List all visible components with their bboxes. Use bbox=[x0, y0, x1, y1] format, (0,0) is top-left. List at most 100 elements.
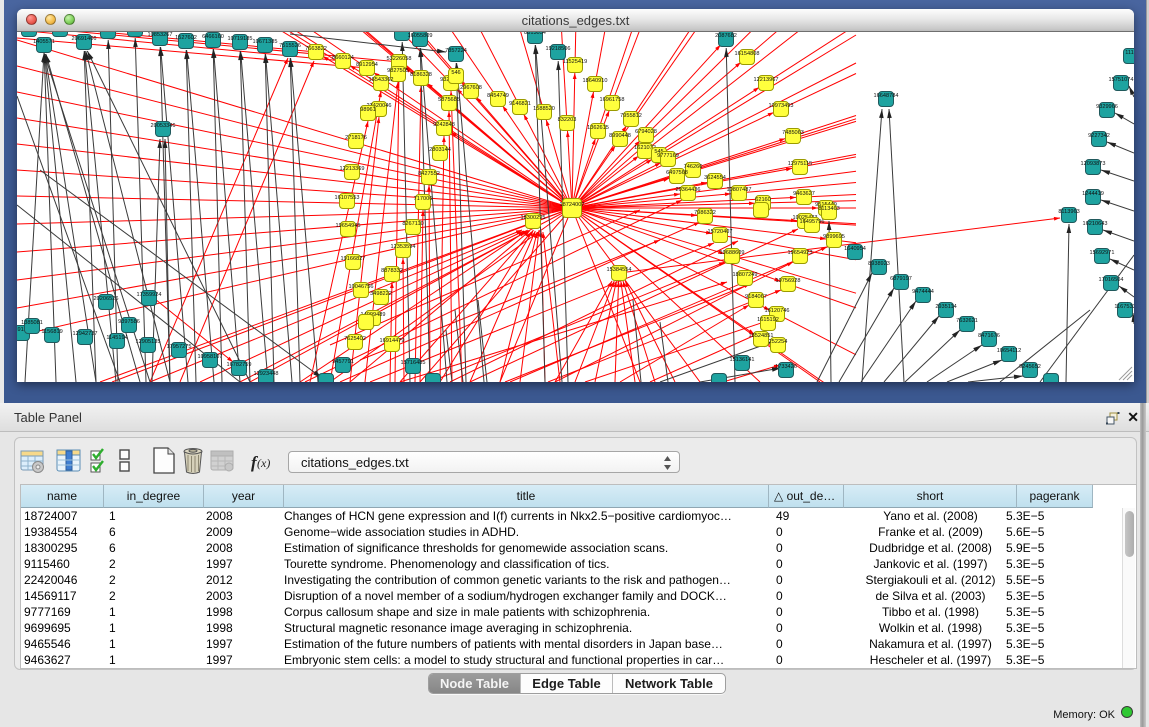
svg-text:7986322: 7986322 bbox=[694, 210, 716, 216]
svg-text:20364436: 20364436 bbox=[676, 187, 701, 193]
svg-text:8267110: 8267110 bbox=[402, 221, 423, 227]
svg-text:8454749: 8454749 bbox=[487, 93, 509, 99]
svg-text:15751074: 15751074 bbox=[1109, 77, 1134, 83]
svg-text:8938923: 8938923 bbox=[868, 261, 890, 267]
svg-text:8878332: 8878332 bbox=[381, 268, 403, 274]
svg-text:10973493: 10973493 bbox=[769, 103, 794, 109]
svg-text:20053346: 20053346 bbox=[151, 123, 176, 129]
svg-text:16210643: 16210643 bbox=[1083, 221, 1108, 227]
svg-text:10853267: 10853267 bbox=[148, 32, 173, 38]
svg-text:16914479: 16914479 bbox=[380, 338, 405, 344]
svg-text:5875685: 5875685 bbox=[438, 97, 460, 103]
svg-text:2087682: 2087682 bbox=[715, 33, 737, 39]
svg-text:9397586: 9397586 bbox=[118, 319, 140, 325]
svg-text:1405571: 1405571 bbox=[33, 39, 55, 45]
svg-text:9242848: 9242848 bbox=[433, 122, 455, 128]
svg-text:1615192: 1615192 bbox=[757, 317, 779, 323]
svg-text:10046756: 10046756 bbox=[349, 284, 374, 290]
svg-text:19218506: 19218506 bbox=[546, 46, 571, 52]
svg-text:6879197: 6879197 bbox=[890, 276, 912, 282]
svg-text:18300295: 18300295 bbox=[521, 215, 546, 221]
svg-text:8813054: 8813054 bbox=[524, 32, 546, 36]
svg-text:8113963: 8113963 bbox=[1058, 209, 1079, 215]
svg-text:16055809: 16055809 bbox=[408, 33, 433, 39]
svg-text:7663822: 7663822 bbox=[305, 46, 327, 52]
svg-text:252254: 252254 bbox=[769, 339, 788, 345]
svg-text:7955812: 7955812 bbox=[620, 113, 642, 119]
svg-text:10654112: 10654112 bbox=[997, 348, 1021, 354]
svg-text:7515526: 7515526 bbox=[279, 43, 301, 49]
svg-text:1145194: 1145194 bbox=[106, 335, 127, 341]
svg-text:16961758: 16961758 bbox=[600, 97, 625, 103]
svg-text:8990448: 8990448 bbox=[609, 133, 631, 139]
svg-text:15720407: 15720407 bbox=[708, 229, 733, 235]
svg-text:546: 546 bbox=[451, 70, 460, 76]
svg-text:(x): (x) bbox=[257, 456, 270, 470]
svg-text:9463627: 9463627 bbox=[793, 191, 815, 197]
svg-text:9184067: 9184067 bbox=[745, 294, 767, 300]
svg-text:2967608: 2967608 bbox=[460, 85, 482, 91]
svg-text:16154808: 16154808 bbox=[735, 51, 760, 57]
svg-text:1527602: 1527602 bbox=[175, 35, 197, 41]
svg-text:1167533: 1167533 bbox=[1114, 304, 1134, 310]
svg-text:9777169: 9777169 bbox=[657, 153, 679, 159]
svg-text:832203: 832203 bbox=[558, 117, 577, 123]
svg-text:12975115: 12975115 bbox=[788, 161, 812, 167]
svg-text:9827505: 9827505 bbox=[387, 68, 409, 74]
svg-text:10671385: 10671385 bbox=[253, 39, 278, 45]
svg-text:1244419: 1244419 bbox=[1082, 191, 1104, 197]
svg-text:7485063: 7485063 bbox=[782, 130, 804, 136]
svg-text:19654923: 19654923 bbox=[788, 250, 813, 256]
svg-text:2718176: 2718176 bbox=[345, 135, 367, 141]
svg-text:15384554: 15384554 bbox=[607, 267, 632, 273]
svg-text:3624554: 3624554 bbox=[704, 175, 726, 181]
svg-text:19166827: 19166827 bbox=[341, 256, 366, 262]
svg-text:7632621: 7632621 bbox=[956, 318, 978, 324]
svg-text:12905135: 12905135 bbox=[136, 339, 161, 345]
svg-text:8912954: 8912954 bbox=[356, 62, 378, 68]
svg-text:9474444: 9474444 bbox=[912, 289, 934, 295]
svg-text:8471676: 8471676 bbox=[978, 333, 1000, 339]
svg-text:15716485: 15716485 bbox=[401, 360, 426, 366]
svg-text:10688609: 10688609 bbox=[720, 250, 745, 256]
svg-text:9227342: 9227342 bbox=[1088, 133, 1110, 139]
svg-text:9899695: 9899695 bbox=[823, 234, 845, 240]
svg-text:16120746: 16120746 bbox=[765, 308, 790, 314]
svg-text:17359924: 17359924 bbox=[137, 292, 162, 298]
svg-text:16495796: 16495796 bbox=[800, 219, 825, 225]
svg-text:12942737: 12942737 bbox=[73, 331, 98, 337]
svg-text:6794028: 6794028 bbox=[635, 129, 657, 135]
svg-text:12923448: 12923448 bbox=[254, 371, 279, 377]
svg-text:11525419: 11525419 bbox=[563, 59, 587, 65]
svg-text:19756928: 19756928 bbox=[776, 278, 801, 284]
svg-text:12353594: 12353594 bbox=[391, 244, 416, 250]
svg-text:15136141: 15136141 bbox=[730, 357, 755, 363]
svg-text:1640954: 1640954 bbox=[844, 246, 866, 252]
svg-text:98961: 98961 bbox=[360, 107, 376, 113]
svg-text:20691406: 20691406 bbox=[72, 36, 97, 42]
svg-text:9329966: 9329966 bbox=[1096, 104, 1118, 110]
svg-text:16648784: 16648784 bbox=[874, 93, 899, 99]
svg-text:16543362: 16543362 bbox=[369, 77, 394, 83]
svg-text:7625402: 7625402 bbox=[344, 336, 366, 342]
svg-text:6497568: 6497568 bbox=[666, 170, 688, 176]
svg-text:12213967: 12213967 bbox=[754, 77, 779, 83]
svg-text:9457791: 9457791 bbox=[332, 359, 354, 365]
svg-text:15692971: 15692971 bbox=[1090, 250, 1115, 256]
svg-text:8186328: 8186328 bbox=[410, 72, 432, 78]
svg-text:7857224: 7857224 bbox=[445, 48, 467, 54]
svg-text:8113463: 8113463 bbox=[818, 206, 839, 212]
svg-text:9245652: 9245652 bbox=[1019, 364, 1041, 370]
svg-text:12093873: 12093873 bbox=[1081, 161, 1106, 167]
svg-text:10958107: 10958107 bbox=[198, 354, 223, 360]
svg-text:10807487: 10807487 bbox=[727, 187, 752, 193]
svg-text:18640910: 18640910 bbox=[583, 78, 608, 84]
svg-text:17957275: 17957275 bbox=[167, 344, 192, 350]
svg-text:1156819: 1156819 bbox=[41, 329, 62, 335]
svg-text:16107553: 16107553 bbox=[335, 195, 360, 201]
svg-text:2803144: 2803144 bbox=[429, 147, 451, 153]
svg-text:18724007: 18724007 bbox=[560, 202, 585, 208]
svg-text:12213369: 12213369 bbox=[340, 166, 365, 172]
svg-text:8427552: 8427552 bbox=[418, 171, 440, 177]
svg-text:20206526: 20206526 bbox=[94, 296, 119, 302]
